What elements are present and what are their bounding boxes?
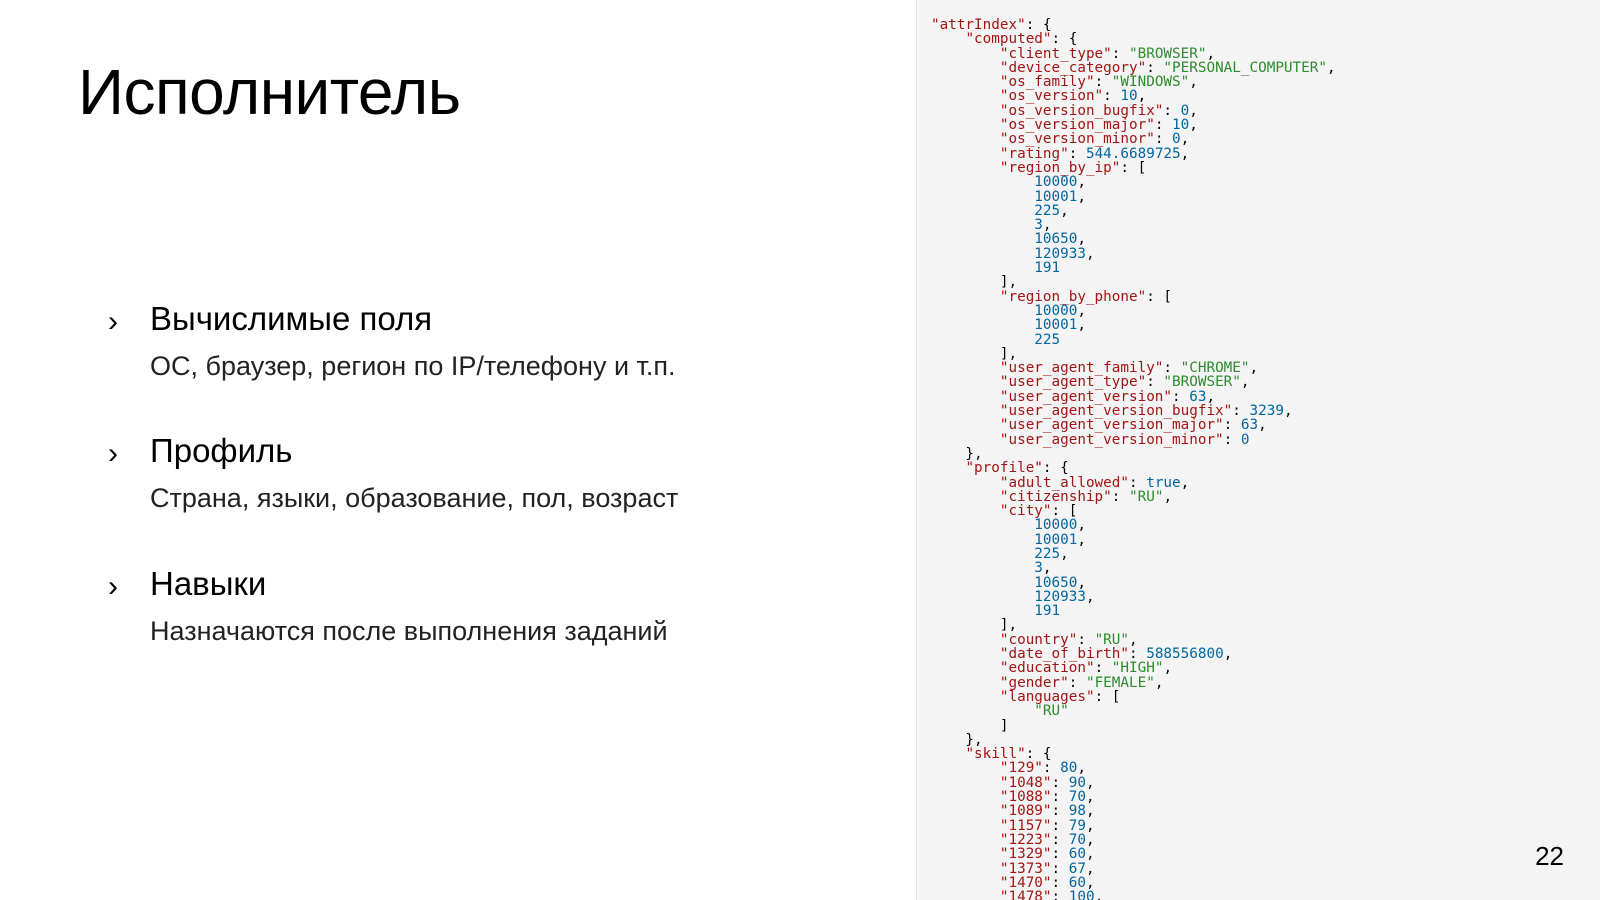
bullet-title: Навыки	[150, 565, 266, 603]
chevron-icon: ›	[108, 439, 122, 469]
bullet-item: › Профиль Страна, языки, образование, по…	[108, 432, 788, 516]
slide: Исполнитель › Вычислимые поля ОС, браузе…	[0, 0, 1600, 900]
bullet-subtitle: Назначаются после выполнения заданий	[150, 613, 788, 649]
page-number: 22	[1535, 841, 1564, 872]
bullet-item: › Вычислимые поля ОС, браузер, регион по…	[108, 300, 788, 384]
bullet-subtitle: Страна, языки, образование, пол, возраст	[150, 480, 788, 516]
bullet-head: › Вычислимые поля	[108, 300, 788, 338]
bullet-head: › Навыки	[108, 565, 788, 603]
slide-title: Исполнитель	[78, 55, 461, 129]
bullet-title: Профиль	[150, 432, 292, 470]
bullet-item: › Навыки Назначаются после выполнения за…	[108, 565, 788, 649]
chevron-icon: ›	[108, 572, 122, 602]
chevron-icon: ›	[108, 307, 122, 337]
bullet-head: › Профиль	[108, 432, 788, 470]
bullet-subtitle: ОС, браузер, регион по IP/телефону и т.п…	[150, 348, 788, 384]
bullet-title: Вычислимые поля	[150, 300, 432, 338]
bullet-list: › Вычислимые поля ОС, браузер, регион по…	[108, 300, 788, 697]
json-code-block: "attrIndex": { "computed": { "client_typ…	[916, 0, 1600, 900]
